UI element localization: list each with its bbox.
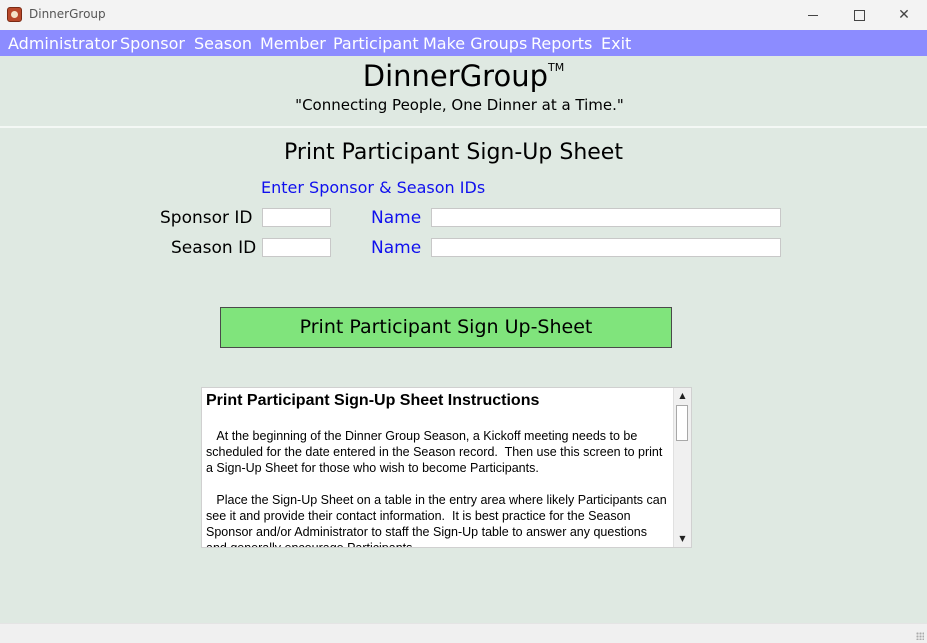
sponsor-id-input[interactable] [262, 208, 331, 227]
maximize-button[interactable] [836, 0, 882, 30]
trademark: TM [547, 61, 565, 75]
tagline: "Connecting People, One Dinner at a Time… [295, 96, 624, 114]
instructions-box[interactable]: Print Participant Sign-Up Sheet Instruct… [201, 387, 692, 548]
page-title: Print Participant Sign-Up Sheet [284, 140, 623, 165]
menu-exit[interactable]: Exit [601, 34, 631, 53]
menu-bar: Administrator Sponsor Season Member Part… [0, 30, 927, 56]
close-button[interactable]: ✕ [881, 0, 927, 30]
maximize-icon [853, 9, 865, 21]
resize-grip-icon[interactable] [916, 632, 924, 640]
sponsor-name-label: Name [371, 208, 422, 228]
instructions-title: Print Participant Sign-Up Sheet Instruct… [206, 392, 540, 409]
instructions-paragraph: At the beginning of the Dinner Group Sea… [206, 429, 666, 475]
minimize-icon [808, 14, 818, 16]
menu-season[interactable]: Season [194, 34, 252, 53]
header-divider [0, 126, 927, 128]
title-bar: DinnerGroup ✕ [0, 0, 927, 30]
season-id-input[interactable] [262, 238, 331, 257]
scroll-up-arrow-icon[interactable]: ▲ [674, 388, 691, 404]
menu-participant[interactable]: Participant [333, 34, 419, 53]
close-icon: ✕ [898, 7, 910, 23]
season-name-label: Name [371, 238, 422, 258]
sponsor-id-label: Sponsor ID [160, 208, 253, 228]
print-sign-up-sheet-button[interactable]: Print Participant Sign Up-Sheet [220, 307, 672, 348]
window-title: DinnerGroup [29, 7, 106, 21]
menu-sponsor[interactable]: Sponsor [120, 34, 185, 53]
form-hint: Enter Sponsor & Season IDs [261, 178, 486, 197]
menu-member[interactable]: Member [260, 34, 326, 53]
menu-make-groups[interactable]: Make Groups [423, 34, 527, 53]
minimize-button[interactable] [790, 0, 836, 30]
app-title: DinnerGroupTM [0, 59, 927, 93]
dinner-plate-icon [7, 7, 22, 22]
sponsor-name-field[interactable] [431, 208, 781, 227]
season-id-label: Season ID [171, 238, 257, 258]
menu-reports[interactable]: Reports [531, 34, 592, 53]
menu-administrator[interactable]: Administrator [8, 34, 117, 53]
instructions-scrollbar[interactable]: ▲ ▼ [673, 388, 691, 547]
app-name: DinnerGroup [362, 59, 548, 93]
scroll-down-arrow-icon[interactable]: ▼ [674, 531, 691, 547]
main-panel: DinnerGroupTM "Connecting People, One Di… [0, 56, 927, 623]
instructions-content: Print Participant Sign-Up Sheet Instruct… [202, 388, 674, 547]
season-name-field[interactable] [431, 238, 781, 257]
scrollbar-thumb[interactable] [676, 405, 688, 441]
status-bar [0, 623, 927, 643]
instructions-paragraph: Place the Sign-Up Sheet on a table in th… [206, 493, 667, 547]
